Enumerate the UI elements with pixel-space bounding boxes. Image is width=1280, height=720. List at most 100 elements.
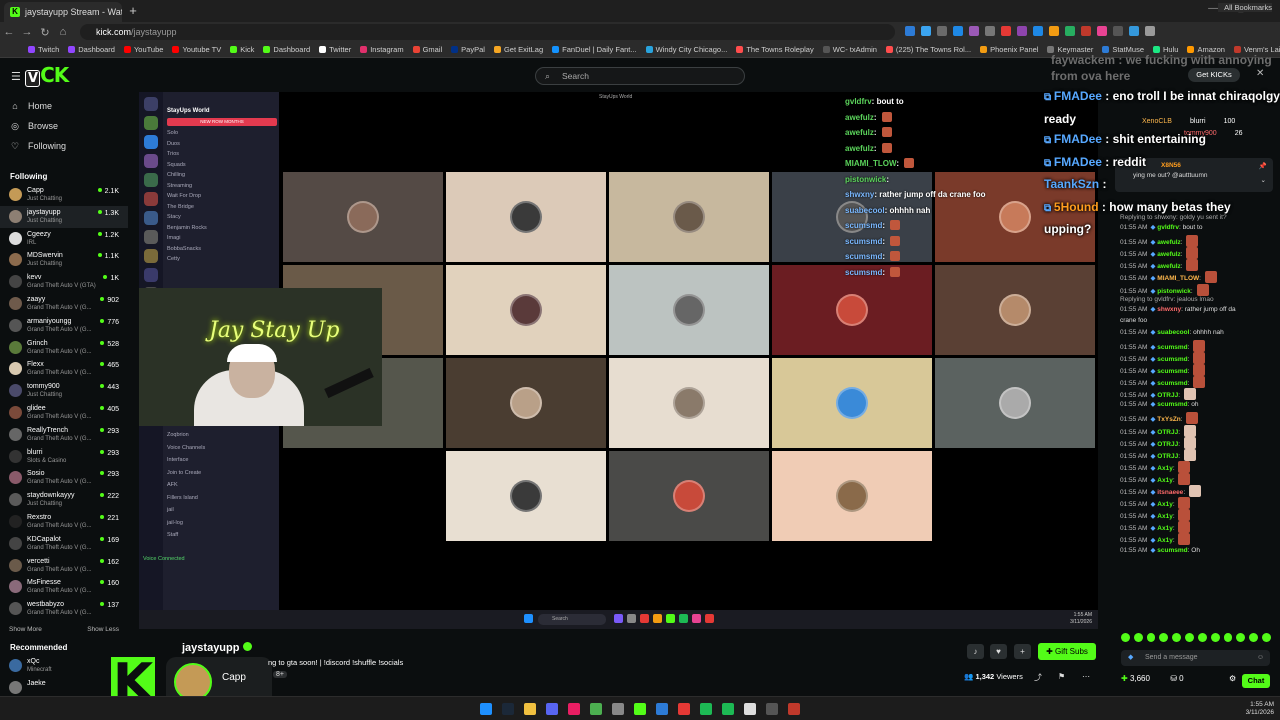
extension-icon[interactable]	[953, 26, 963, 36]
emote-icon[interactable]	[1185, 633, 1194, 642]
following-item[interactable]: vercetti Grand Theft Auto V (G... 162	[0, 555, 128, 577]
following-item[interactable]: jaystayupp Just Chatting 1.3K	[0, 205, 128, 228]
extension-icon[interactable]	[1145, 26, 1155, 36]
all-bookmarks[interactable]: All Bookmarks	[1218, 3, 1272, 12]
extension-icon[interactable]	[1017, 26, 1027, 36]
following-item[interactable]: blurri Slots & Casino 293	[0, 446, 128, 468]
nav-following[interactable]: ♡ Following	[0, 136, 128, 156]
following-item[interactable]: staydownkayyy Just Chatting 222	[0, 489, 128, 511]
chat-message[interactable]: 01:55 AM ◆ scumsmd:	[1120, 364, 1206, 376]
gift-subs-button[interactable]: ✚ Gift Subs	[1038, 643, 1096, 660]
app-icon[interactable]	[634, 703, 646, 715]
chat-message[interactable]: 01:55 AM ◆ pistonwick:	[1120, 283, 1209, 296]
chat-send-button[interactable]: Chat	[1242, 674, 1270, 688]
app-icon[interactable]	[744, 703, 756, 715]
following-item[interactable]: Cgeezy IRL 1.2K	[0, 228, 128, 250]
bookmark-item[interactable]: (225) The Towns Rol...	[885, 45, 971, 54]
home-browser-icon[interactable]: ⌂	[54, 26, 72, 38]
discord-icon[interactable]	[546, 703, 558, 715]
bookmark-item[interactable]: PayPal	[451, 45, 485, 54]
emote-icon[interactable]	[1172, 633, 1182, 642]
new-tab-icon[interactable]: +	[126, 4, 140, 18]
channel-name[interactable]: jaystayupp	[182, 642, 253, 654]
nav-browse[interactable]: ◎ Browse	[0, 116, 128, 136]
chat-message[interactable]: 01:55 AM ◆ awefulz:	[1120, 259, 1199, 272]
extension-icon[interactable]	[921, 26, 931, 36]
following-item[interactable]: glidee Grand Theft Auto V (G... 405	[0, 402, 128, 424]
chat-message[interactable]: 01:55 AM ◆ OTRJJ:	[1120, 448, 1196, 461]
plus-icon[interactable]: +	[1014, 644, 1031, 659]
extension-icon[interactable]	[1113, 26, 1123, 36]
chat-message[interactable]: 01:55 AM ◆ shwxny: rather jump off da	[1120, 305, 1236, 313]
app-icon[interactable]	[788, 703, 800, 715]
following-item[interactable]: MsFinesse Grand Theft Auto V (G... 160	[0, 576, 128, 598]
following-item[interactable]: Grinch Grand Theft Auto V (G... 528	[0, 337, 128, 359]
heart-follow-icon[interactable]: ♥	[990, 644, 1007, 659]
chat-message[interactable]: 01:55 AM ◆ Ax1y:	[1120, 497, 1191, 510]
chat-message[interactable]: 01:55 AM ◆ OTRJJ:	[1120, 388, 1196, 401]
bookmark-item[interactable]: Youtube TV	[172, 45, 221, 54]
reload-icon[interactable]: ↻	[36, 26, 54, 39]
settings-icon[interactable]: ⚙	[1229, 674, 1236, 683]
url-field[interactable]: kick.com/jaystayupp	[80, 24, 895, 40]
chrome-icon[interactable]	[590, 703, 602, 715]
bookmark-item[interactable]: Phoenix Panel	[980, 45, 1038, 54]
recommended-item[interactable]: xQc Minecraft	[0, 655, 128, 677]
menu-icon[interactable]: ☰	[11, 70, 21, 83]
emote-icon[interactable]	[1236, 633, 1246, 642]
following-item[interactable]: Flexx Grand Theft Auto V (G... 465	[0, 358, 128, 380]
app-icon[interactable]	[656, 703, 668, 715]
emote-icon[interactable]	[1146, 633, 1156, 642]
emote-icon[interactable]	[1159, 633, 1169, 642]
chat-message[interactable]: crane foo	[1120, 317, 1147, 324]
chat-message[interactable]: Replying to gvldfrv: jealous lmao	[1120, 296, 1214, 303]
minimize-icon[interactable]: —	[1208, 3, 1218, 14]
emote-icon[interactable]	[1210, 633, 1220, 642]
chat-message[interactable]: 01:55 AM ◆ Ax1y:	[1120, 509, 1191, 522]
extension-icon[interactable]	[1065, 26, 1075, 36]
extension-icon[interactable]	[937, 26, 947, 36]
chat-message[interactable]: 01:55 AM ◆ scumsmd:	[1120, 376, 1206, 389]
system-clock[interactable]: 1:55 AM 3/11/2026	[1246, 701, 1274, 717]
following-item[interactable]: westbabyzo Grand Theft Auto V (G... 137	[0, 598, 128, 620]
bookmark-item[interactable]: Gmail	[412, 45, 442, 54]
bookmark-item[interactable]: Dashboard	[68, 45, 115, 54]
spotify-icon[interactable]	[700, 703, 712, 715]
chat-input[interactable]: ◆ Send a message ☺	[1121, 650, 1270, 666]
extension-icon[interactable]	[1081, 26, 1091, 36]
chat-message[interactable]: 01:55 AM ◆ scumsmd: oh	[1120, 400, 1199, 408]
app-icon[interactable]	[568, 703, 580, 715]
following-item[interactable]: armaniyoungg Grand Theft Auto V (G... 776	[0, 315, 128, 337]
bookmark-item[interactable]: WC- txAdmin	[822, 45, 877, 54]
emoji-icon[interactable]: ☺	[1257, 650, 1264, 666]
following-item[interactable]: Capp Just Chatting 2.1K	[0, 184, 128, 206]
following-item[interactable]: tommy900 Just Chatting 443	[0, 380, 128, 402]
app-icon[interactable]	[678, 703, 690, 715]
share-icon[interactable]: ⤴	[1034, 672, 1042, 683]
show-more-link[interactable]: Show More	[9, 626, 42, 633]
following-item[interactable]: ReallyTrench Grand Theft Auto V (G... 293	[0, 424, 128, 446]
bookmark-item[interactable]: Twitch	[28, 45, 59, 54]
chat-message[interactable]: 01:55 AM ◆ Ax1y:	[1120, 521, 1191, 534]
extension-icon[interactable]	[985, 26, 995, 36]
emote-icon[interactable]	[1262, 633, 1271, 642]
forward-icon[interactable]: →	[18, 26, 36, 38]
extension-icon[interactable]	[1049, 26, 1059, 36]
following-item[interactable]: Sosio Grand Theft Auto V (G... 293	[0, 467, 128, 489]
emote-icon[interactable]	[1133, 633, 1143, 642]
chat-message[interactable]: 01:55 AM ◆ Ax1y:	[1120, 472, 1191, 485]
report-icon[interactable]: ⚑	[1058, 672, 1065, 681]
extension-icon[interactable]	[905, 26, 915, 36]
steam-icon[interactable]	[502, 703, 514, 715]
chat-message[interactable]: 01:55 AM ◆ suabecool: ohhhh nah	[1120, 328, 1224, 336]
app-icon[interactable]	[766, 703, 778, 715]
following-item[interactable]: zaayy Grand Theft Auto V (G... 902	[0, 293, 128, 315]
extension-icon[interactable]	[1001, 26, 1011, 36]
extension-icon[interactable]	[1129, 26, 1139, 36]
windows-start-icon[interactable]	[480, 703, 492, 715]
chat-message[interactable]: 01:55 AM ◆ awefulz:	[1120, 247, 1199, 260]
chat-message[interactable]: 01:55 AM ◆ itsnaeee:	[1120, 485, 1201, 497]
show-less-link[interactable]: Show Less	[87, 626, 119, 633]
nav-home[interactable]: ⌂ Home	[0, 96, 128, 116]
bookmark-item[interactable]: Instagram	[360, 45, 404, 54]
